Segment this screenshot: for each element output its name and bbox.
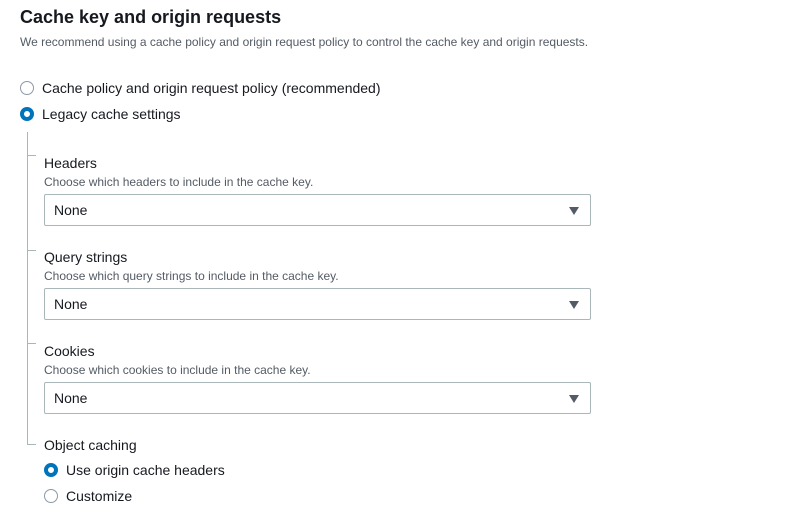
headers-select-value: None [54,202,88,218]
radio-checked-icon [44,463,58,477]
radio-legacy-cache-settings-label: Legacy cache settings [42,106,181,122]
radio-legacy-cache-settings[interactable]: Legacy cache settings [20,106,181,122]
query-strings-select[interactable]: None [44,288,591,320]
section-description: We recommend using a cache policy and or… [20,35,589,49]
query-strings-label: Query strings [44,249,128,265]
cookies-label: Cookies [44,343,95,359]
radio-cache-policy-label: Cache policy and origin request policy (… [42,80,381,96]
headers-description: Choose which headers to include in the c… [44,175,314,189]
cache-key-section: Cache key and origin requests We recomme… [0,0,788,525]
section-title: Cache key and origin requests [20,7,282,27]
caret-down-icon [569,207,579,215]
caret-down-icon [569,395,579,403]
tree-connector-line [27,132,28,445]
headers-select[interactable]: None [44,194,591,226]
cookies-select-value: None [54,390,88,406]
tree-connector-tick [27,155,36,156]
tree-connector-tick [27,250,36,251]
tree-connector-tick [27,444,36,445]
cookies-description: Choose which cookies to include in the c… [44,363,311,377]
tree-connector-tick [27,343,36,344]
radio-use-origin-cache-headers-label: Use origin cache headers [66,462,225,478]
radio-unchecked-icon [20,81,34,95]
headers-label: Headers [44,155,97,171]
radio-customize-label: Customize [66,488,133,504]
caret-down-icon [569,301,579,309]
query-strings-description: Choose which query strings to include in… [44,269,339,283]
query-strings-select-value: None [54,296,88,312]
cookies-select[interactable]: None [44,382,591,414]
radio-customize[interactable]: Customize [44,488,132,504]
radio-cache-policy[interactable]: Cache policy and origin request policy (… [20,80,381,96]
radio-unchecked-icon [44,489,58,503]
object-caching-label: Object caching [44,437,137,453]
radio-checked-icon [20,107,34,121]
radio-use-origin-cache-headers[interactable]: Use origin cache headers [44,462,225,478]
